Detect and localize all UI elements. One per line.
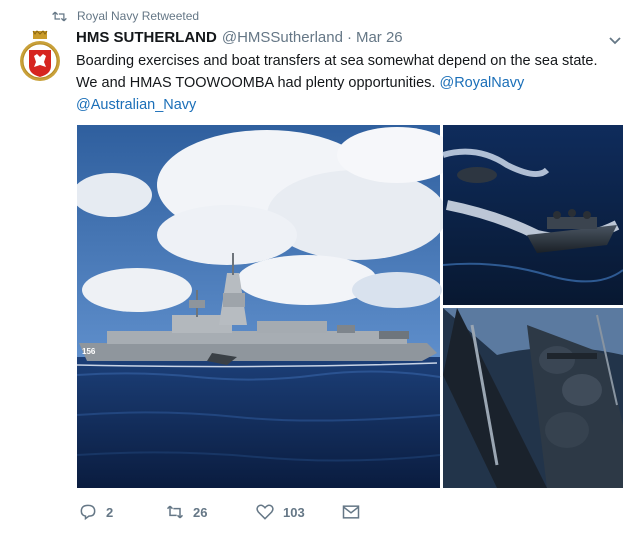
avatar[interactable] <box>18 30 62 82</box>
separator: · <box>346 29 352 46</box>
tweet-text-line1: Boarding exercises and boat transfers at… <box>76 53 598 69</box>
like-count: 103 <box>283 504 305 520</box>
retweet-context-label: Royal Navy Retweeted <box>77 9 200 23</box>
retweet-button[interactable]: 26 <box>165 502 255 522</box>
retweet-context: Royal Navy Retweeted <box>52 8 199 24</box>
retweet-icon <box>52 11 67 21</box>
direct-message-button[interactable] <box>341 502 369 522</box>
tweet-actions: 2 26 103 <box>78 502 369 522</box>
boats-photo[interactable] <box>442 125 623 305</box>
tweet-text: Boarding exercises and boat transfers at… <box>76 50 628 116</box>
heart-icon <box>256 504 274 520</box>
author-name[interactable]: HMS SUTHERLAND <box>76 29 217 46</box>
tweet-text-line2: We and HMAS TOOWOOMBA had plenty opportu… <box>76 72 628 94</box>
reply-icon <box>80 504 96 521</box>
reply-button[interactable]: 2 <box>78 502 165 522</box>
tweet-media[interactable]: 156 <box>77 125 623 488</box>
author-handle[interactable]: @HMSSutherland <box>222 29 343 46</box>
tweet-header: HMS SUTHERLAND @HMSSutherland · Mar 26 <box>76 29 403 46</box>
chevron-down-icon[interactable] <box>608 34 622 48</box>
mention-australian-navy[interactable]: @Australian_Navy <box>76 97 196 113</box>
like-button[interactable]: 103 <box>255 502 341 522</box>
retweet-icon <box>166 505 184 519</box>
envelope-icon <box>342 505 360 519</box>
tweet-text-line2-prefix: We and HMAS TOOWOOMBA had plenty opportu… <box>76 75 436 91</box>
ship-hull-number: 156 <box>82 347 96 356</box>
retweet-count: 26 <box>193 504 208 520</box>
crew-photo[interactable] <box>443 308 623 488</box>
mention-royalnavy[interactable]: @RoyalNavy <box>439 75 524 91</box>
tweet-date[interactable]: Mar 26 <box>356 29 403 46</box>
ship-photo[interactable]: 156 <box>77 125 457 488</box>
reply-count: 2 <box>106 504 114 520</box>
tweet[interactable]: Royal Navy Retweeted HMS SUTHERLAND @HMS… <box>0 0 640 536</box>
